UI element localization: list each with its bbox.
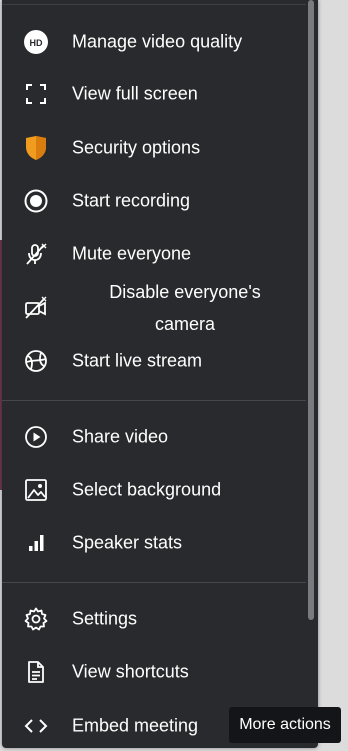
menu-item-security-options[interactable]: Security options bbox=[2, 123, 306, 173]
menu-item-label: View full screen bbox=[72, 83, 198, 104]
record-icon bbox=[22, 187, 50, 215]
play-circle-icon bbox=[22, 423, 50, 451]
menu-item-label: Select background bbox=[72, 479, 222, 500]
menu-scrollbar[interactable] bbox=[308, 0, 314, 620]
mic-off-icon bbox=[22, 240, 50, 268]
menu-item-label: Speaker stats bbox=[72, 532, 183, 553]
menu-item-label: Settings bbox=[72, 608, 138, 629]
menu-item-manage-video-quality[interactable]: HD Manage video quality bbox=[2, 17, 306, 67]
menu-item-mute-everyone[interactable]: Mute everyone bbox=[2, 229, 306, 279]
menu-item-start-live-stream[interactable]: Start live stream bbox=[2, 336, 306, 386]
menu-item-select-background[interactable]: Select background bbox=[2, 465, 306, 515]
code-icon bbox=[22, 712, 50, 740]
more-actions-tooltip: More actions bbox=[229, 707, 341, 743]
menu-item-label: Security options bbox=[72, 137, 201, 158]
menu-item-label: Mute everyone bbox=[72, 243, 192, 264]
menu-item-share-video[interactable]: Share video bbox=[2, 412, 306, 462]
shield-icon bbox=[22, 134, 50, 162]
menu-item-label: View shortcuts bbox=[72, 661, 189, 682]
menu-item-start-recording[interactable]: Start recording bbox=[2, 176, 306, 226]
menu-list: HD Manage video quality View full screen bbox=[2, 0, 306, 748]
camera-off-icon bbox=[22, 294, 50, 322]
live-stream-icon bbox=[22, 347, 50, 375]
menu-item-label: Embed meeting bbox=[72, 715, 199, 736]
menu-item-label: Manage video quality bbox=[72, 31, 243, 52]
document-icon bbox=[22, 658, 50, 686]
menu-divider bbox=[2, 582, 306, 583]
menu-item-view-shortcuts[interactable]: View shortcuts bbox=[2, 647, 306, 697]
menu-item-disable-everyones-camera[interactable]: Disable everyone's camera bbox=[2, 276, 306, 340]
menu-item-label: Start live stream bbox=[72, 350, 203, 371]
menu-item-view-full-screen[interactable]: View full screen bbox=[2, 69, 306, 119]
menu-item-label: Disable everyone's camera bbox=[109, 282, 261, 334]
menu-item-settings[interactable]: Settings bbox=[2, 594, 306, 644]
more-actions-menu: HD Manage video quality View full screen bbox=[2, 0, 318, 748]
image-icon bbox=[22, 476, 50, 504]
svg-text:HD: HD bbox=[30, 38, 43, 48]
menu-item-speaker-stats[interactable]: Speaker stats bbox=[2, 518, 306, 568]
fullscreen-icon bbox=[22, 80, 50, 108]
menu-divider bbox=[2, 400, 306, 401]
menu-item-label: Share video bbox=[72, 426, 169, 447]
menu-item-label: Start recording bbox=[72, 190, 191, 211]
gear-icon bbox=[22, 605, 50, 633]
hd-icon: HD bbox=[22, 28, 50, 56]
menu-top-divider bbox=[2, 4, 306, 5]
bar-chart-icon bbox=[22, 529, 50, 557]
